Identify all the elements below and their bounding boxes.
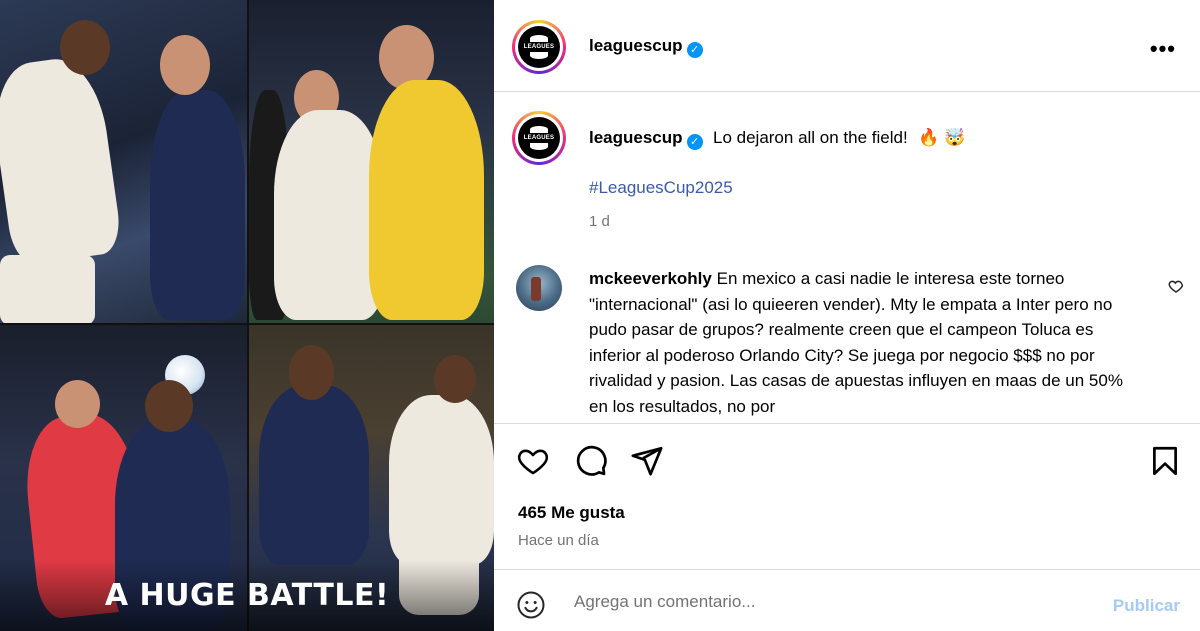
likes-count[interactable]: 465 Me gusta xyxy=(518,503,625,523)
header-username[interactable]: leaguescup xyxy=(589,36,683,55)
verified-icon: ✓ xyxy=(686,42,703,58)
caption-text: Lo dejaron all on the field! xyxy=(713,128,908,147)
comment-input[interactable] xyxy=(574,584,1094,620)
bookmark-icon[interactable] xyxy=(1148,444,1182,478)
caption-hashtag[interactable]: #LeaguesCup2025 xyxy=(589,178,733,198)
comment-username[interactable]: mckeeverkohly xyxy=(589,269,712,288)
posted-ago[interactable]: Hace un día xyxy=(518,532,599,549)
caption-username[interactable]: leaguescup xyxy=(589,128,683,147)
caption: leaguescup ✓ Lo dejaron all on the field!… xyxy=(589,128,965,150)
media-overlay-text: A HUGE BATTLE! xyxy=(104,578,390,613)
comment-text: En mexico a casi nadie le interesa este … xyxy=(589,269,1123,416)
post-details-panel: LEAGUES CUP leaguescup ✓ ••• LEAGUES CUP … xyxy=(494,0,1200,631)
comment-like-heart-icon[interactable] xyxy=(1168,278,1184,294)
comment-icon[interactable] xyxy=(574,444,608,478)
action-bar xyxy=(494,424,1200,504)
photo-top-right xyxy=(249,0,494,323)
caption-emojis: 🔥 🤯 xyxy=(918,128,966,147)
avatar[interactable]: LEAGUES CUP xyxy=(512,20,566,92)
heart-icon[interactable] xyxy=(516,444,550,478)
more-icon[interactable]: ••• xyxy=(1150,36,1176,62)
emoji-icon[interactable] xyxy=(516,590,546,620)
comment-avatar[interactable] xyxy=(516,265,562,311)
caption-time[interactable]: 1 d xyxy=(589,213,610,230)
publish-button[interactable]: Publicar xyxy=(1113,596,1180,616)
photo-top-left xyxy=(0,0,247,323)
verified-icon: ✓ xyxy=(686,134,703,150)
header-user: leaguescup ✓ xyxy=(589,36,703,58)
share-icon[interactable] xyxy=(630,444,664,478)
comment: mckeeverkohly En mexico a casi nadie le … xyxy=(589,266,1129,422)
comment-compose: Publicar xyxy=(494,570,1200,631)
post-header: LEAGUES CUP leaguescup ✓ ••• xyxy=(494,0,1200,92)
post-media[interactable]: A HUGE BATTLE! xyxy=(0,0,494,631)
caption-avatar[interactable]: LEAGUES CUP xyxy=(512,111,566,183)
